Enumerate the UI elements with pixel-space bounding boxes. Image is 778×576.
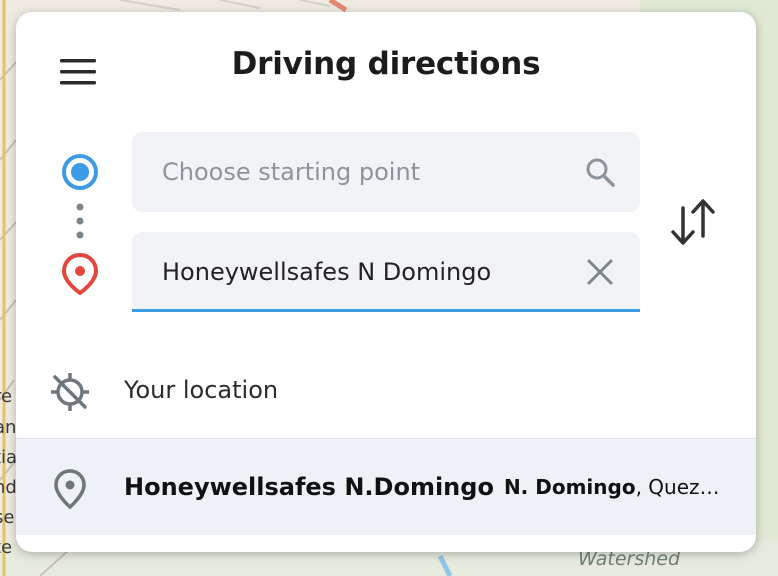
map-edge-text: an (0, 417, 17, 438)
destination-field[interactable] (132, 232, 640, 312)
place-pin-icon (48, 467, 92, 511)
map-edge-text: se (0, 507, 15, 528)
suggestion-text: Honeywellsafes N.Domingo N. Domingo , Qu… (124, 439, 726, 535)
destination-input[interactable] (162, 232, 562, 312)
swap-button[interactable] (666, 194, 720, 248)
map-edge-text: tia (0, 447, 18, 468)
destination-pin-icon (61, 252, 99, 296)
route-dots-icon (76, 203, 84, 239)
suggestion-label: Your location (124, 376, 279, 404)
map-edge-text: nd (0, 477, 17, 498)
start-point-input[interactable] (162, 132, 562, 212)
suggestion-locality: N. Domingo (503, 475, 636, 499)
start-point-field[interactable] (132, 132, 640, 212)
search-button[interactable] (582, 154, 618, 190)
map-edge-text: te (0, 537, 13, 558)
suggestion-your-location[interactable]: Your location (16, 342, 756, 438)
search-icon (586, 158, 615, 187)
clear-destination-button[interactable] (582, 254, 618, 290)
suggestion-name: Honeywellsafes N.Domingo (124, 473, 494, 501)
origin-circle-icon (62, 154, 98, 190)
directions-panel: Driving directions Choose starting point… (16, 12, 756, 552)
location-disabled-icon (48, 370, 92, 414)
panel-title: Driving directions (231, 46, 541, 82)
map-edge-text: re (0, 386, 13, 407)
suggestion-region: , Quez… (635, 475, 720, 499)
close-icon (587, 259, 613, 285)
suggestion-place[interactable]: Honeywellsafes N.Domingo N. Domingo , Qu… (16, 438, 756, 535)
swap-arrows-icon (671, 199, 715, 245)
